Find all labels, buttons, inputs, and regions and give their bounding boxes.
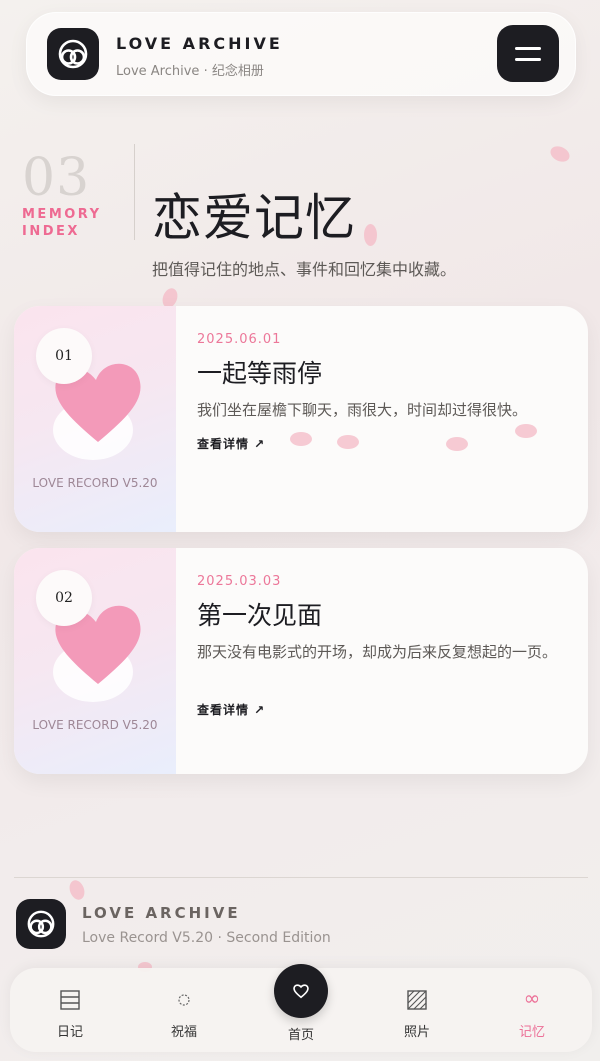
- petal-decoration: [67, 878, 87, 902]
- memory-card-media: 02 LOVE RECORD V5.20: [14, 548, 176, 774]
- petal-decoration: [446, 437, 468, 451]
- section-tag: MEMORY INDEX: [22, 206, 102, 240]
- memory-card-media: 01 LOVE RECORD V5.20: [14, 306, 176, 532]
- nav-label: 记忆: [518, 1025, 545, 1040]
- nav-label: 照片: [403, 1025, 430, 1040]
- circle-icon: [132, 990, 236, 1010]
- petal-decoration: [337, 435, 359, 449]
- brand-logo[interactable]: [47, 28, 99, 80]
- footer-divider: [14, 877, 588, 878]
- nav-item-memories[interactable]: ∞ 记忆: [480, 968, 584, 1052]
- nav-label: 祝福: [170, 1025, 197, 1040]
- brand-title: LOVE ARCHIVE: [116, 34, 283, 53]
- memory-description: 那天没有电影式的开场，却成为后来反复想起的一页。: [197, 643, 558, 661]
- menu-button[interactable]: [497, 25, 559, 82]
- petal-decoration: [290, 432, 312, 446]
- memory-description: 我们坐在屋檐下聊天，雨很大，时间却过得很快。: [197, 401, 528, 419]
- nav-item-home[interactable]: [274, 964, 328, 1018]
- infinity-icon: ∞: [523, 986, 541, 1010]
- petal-decoration: [364, 224, 377, 246]
- footer-title: LOVE ARCHIVE: [82, 904, 241, 922]
- memory-title: 一起等雨停: [197, 359, 323, 388]
- heart-outline-icon: [293, 984, 309, 999]
- infinity-rings-icon: [58, 39, 88, 69]
- section-divider: [134, 144, 135, 240]
- nav-item-wishes[interactable]: 祝福: [132, 968, 236, 1052]
- page-title: 恋爱记忆: [152, 189, 356, 247]
- section-tag-line: INDEX: [22, 224, 80, 239]
- section-number: 03: [22, 148, 91, 208]
- petal-decoration: [515, 424, 537, 438]
- memory-card[interactable]: 01 LOVE RECORD V5.20 2025.06.01 一起等雨停 我们…: [14, 306, 588, 532]
- brand-subtitle: Love Archive · 纪念相册: [116, 64, 264, 79]
- footer-subtitle: Love Record V5.20 · Second Edition: [82, 930, 331, 946]
- photo-hatch-icon: [365, 990, 469, 1010]
- memory-media-label: LOVE RECORD V5.20: [32, 718, 158, 732]
- memory-media-label: LOVE RECORD V5.20: [32, 476, 158, 490]
- view-details-link[interactable]: 查看详情 ↗: [197, 435, 265, 452]
- top-header: LOVE ARCHIVE Love Archive · 纪念相册: [26, 12, 576, 96]
- memory-card[interactable]: 02 LOVE RECORD V5.20 2025.03.03 第一次见面 那天…: [14, 548, 588, 774]
- hamburger-menu-icon: [515, 46, 541, 50]
- nav-item-diary[interactable]: 日记: [18, 968, 122, 1052]
- infinity-rings-icon: [27, 910, 55, 938]
- section-tag-line: MEMORY: [22, 207, 102, 222]
- memory-number: 02: [36, 570, 92, 626]
- memory-date: 2025.06.01: [197, 332, 282, 347]
- footer-logo: [16, 899, 66, 949]
- memory-number: 01: [36, 328, 92, 384]
- list-icon: [18, 990, 122, 1010]
- page-description: 把值得记住的地点、事件和回忆集中收藏。: [152, 260, 457, 279]
- nav-label: 首页: [287, 1028, 314, 1043]
- bottom-navigation: 日记 祝福 首页 照片 ∞ 记忆: [10, 964, 592, 1052]
- nav-item-photos[interactable]: 照片: [365, 968, 469, 1052]
- memory-date: 2025.03.03: [197, 574, 282, 589]
- petal-decoration: [547, 143, 573, 165]
- view-details-link[interactable]: 查看详情 ↗: [197, 701, 265, 718]
- nav-label: 日记: [56, 1025, 83, 1040]
- hamburger-menu-icon: [515, 57, 541, 61]
- memory-title: 第一次见面: [197, 601, 323, 630]
